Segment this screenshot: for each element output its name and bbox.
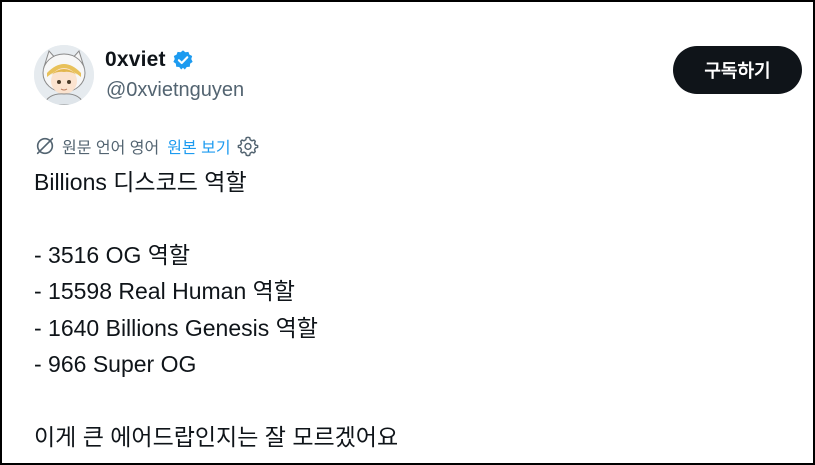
translate-icon — [34, 135, 56, 157]
tweet-line: - 3516 OG 역할 — [34, 241, 191, 268]
gear-icon[interactable] — [237, 135, 259, 157]
translation-bar: 원문 언어 영어 원본 보기 — [34, 133, 259, 159]
show-original-link[interactable]: 원본 보기 — [167, 134, 230, 158]
tweet-line: - 15598 Real Human 역할 — [34, 278, 295, 305]
tweet-card: 0xviet @0xvietnguyen 구독하기 원문 언어 영어 원본 보기… — [0, 0, 815, 465]
tweet-line: - 966 Super OG — [34, 350, 197, 377]
tweet-line — [34, 382, 774, 418]
verified-badge-icon[interactable] — [172, 49, 194, 71]
tweet-line: - 1640 Billions Genesis 역할 — [34, 314, 318, 341]
display-name[interactable]: 0xviet — [105, 48, 166, 72]
anime-character-avatar — [34, 45, 94, 105]
original-language-label: 원문 언어 영어 — [62, 140, 160, 157]
avatar[interactable] — [34, 45, 94, 105]
tweet-line: 이게 큰 에어드랍인지는 잘 모르겠어요 — [34, 423, 399, 450]
user-handle[interactable]: @0xvietnguyen — [106, 79, 244, 102]
tweet-text: Billions 디스코드 역할 - 3516 OG 역할 - 15598 Re… — [34, 164, 774, 455]
tweet-line: Billions 디스코드 역할 — [34, 169, 247, 195]
tweet-line — [34, 200, 774, 236]
author-name-row: 0xviet — [105, 46, 194, 74]
subscribe-button[interactable]: 구독하기 — [673, 46, 802, 94]
